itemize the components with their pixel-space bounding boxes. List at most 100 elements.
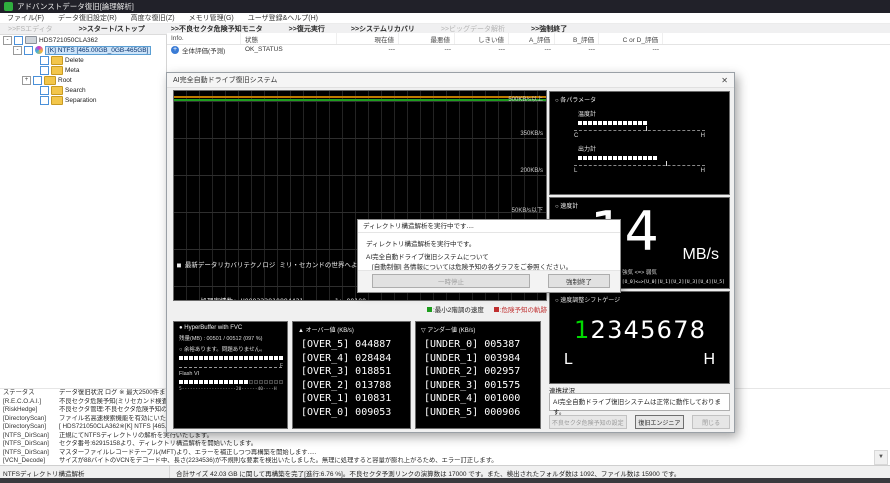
- shift-gauge-title: ○ 速度調整シフトゲージ: [550, 292, 729, 304]
- info-table-row[interactable]: + 全体評価(予測) OK_STATUS --- --- --- --- ---…: [167, 44, 890, 55]
- dialog-title: AI完全自動ドライブ復旧システム: [167, 73, 734, 88]
- parameters-title: ○ 各パラメータ: [550, 92, 729, 104]
- tree-node-meta[interactable]: Meta: [0, 65, 166, 75]
- ai-recovery-dialog: AI完全自動ドライブ復旧システム ✕ 500KB/s以上 350KB/s 200…: [166, 72, 735, 433]
- hyperbuffer-panel: ● HyperBuffer with FVC 残量(MB) : 00501 / …: [173, 321, 288, 429]
- link-status-box: AI完全自動ドライブ復旧システムは正常に動作しております。: [549, 393, 730, 411]
- volume-label: [K] NTFS [465.00GB_0GB-465GB]: [45, 46, 151, 55]
- popup-about-line: AI完全自動ドライブ復旧システムについて: [366, 251, 489, 261]
- expand-icon[interactable]: +: [22, 76, 31, 85]
- drive-label: HDS721050CLA362: [39, 37, 98, 44]
- title-bar: アドバンストデータ復旧[論理解析]: [0, 0, 890, 13]
- under-row: [UNDER_4]001000: [416, 392, 540, 406]
- scrollbar-down-button[interactable]: ▼: [874, 450, 888, 465]
- tree-node-search[interactable]: Search: [0, 85, 166, 95]
- over-values-panel: ▲ オーバー値 (KB/s) [OVER_5]044887 [OVER_4]02…: [292, 321, 411, 429]
- tree-node-volume[interactable]: - [K] NTFS [465.00GB_0GB-465GB]: [0, 45, 166, 55]
- shift-high-label: H: [703, 351, 715, 369]
- popup-message: ディレクトリ構造解析を実行中です。: [366, 238, 475, 248]
- buffer-status: ○ 余裕あります。問題ありません。: [174, 345, 287, 353]
- under-title: ▽ アンダー値 (KB/s): [416, 322, 540, 334]
- over-row: [OVER_1]010831: [293, 392, 410, 406]
- folder-checkbox[interactable]: [40, 56, 49, 65]
- recovery-engineer-button[interactable]: 復旧エンジニア: [635, 415, 685, 429]
- folder-label: Separation: [65, 97, 96, 104]
- prediction-icon: +: [171, 46, 179, 54]
- thermo-high-label: H: [701, 133, 705, 139]
- shift-gauge-panel: ○ 速度調整シフトゲージ 1 2 3 4 5 6 7 8 L H: [549, 291, 730, 384]
- app-icon: [4, 2, 13, 11]
- shift-numbers: 1 2 3 4 5 6 7 8: [574, 316, 705, 344]
- volume-checkbox[interactable]: [24, 46, 33, 55]
- menu-help[interactable]: ユーザ登録&ヘルプ(H): [241, 13, 325, 23]
- folder-checkbox[interactable]: [40, 86, 49, 95]
- over-row: [OVER_4]028484: [293, 352, 410, 366]
- tree-node-root[interactable]: + Root: [0, 75, 166, 85]
- collapse-icon[interactable]: -: [3, 36, 12, 45]
- folder-icon: [44, 76, 56, 85]
- speed-unit: MB/s: [683, 246, 719, 264]
- output-meter-label: 出力計: [578, 144, 729, 153]
- drive-checkbox[interactable]: [14, 36, 23, 45]
- folder-icon: [51, 56, 63, 65]
- tree-node-drive[interactable]: - HDS721050CLA362: [0, 35, 166, 45]
- folder-icon: [51, 86, 63, 95]
- collapse-icon[interactable]: -: [13, 46, 22, 55]
- graph-orange-line: [174, 96, 546, 98]
- flash-gauge: [179, 380, 287, 384]
- menu-bar: ファイル(F) データ復旧設定(R) 高度な復旧(Z) メモリ管理(G) ユーザ…: [0, 13, 890, 24]
- drive-tree: - HDS721050CLA362 - [K] NTFS [465.00GB_0…: [0, 35, 167, 388]
- col-info: Info.: [167, 33, 241, 44]
- output-low-label: L: [574, 168, 577, 174]
- folder-checkbox[interactable]: [40, 66, 49, 75]
- status-right: 合計サイズ 42.03 GB に関して再構築を完了[進行:6.76 %]。不良セ…: [170, 468, 680, 478]
- bad-sector-settings-button: 不良セクタ危険予知の設定: [549, 415, 627, 429]
- col-threshold: しきい値: [455, 33, 509, 44]
- buffer-remaining: 残量(MB) : 00501 / 00512 (097 %): [174, 334, 287, 342]
- hyperbuffer-title: ● HyperBuffer with FVC: [174, 322, 287, 331]
- menu-recovery-settings[interactable]: データ復旧設定(R): [51, 13, 124, 23]
- legend-red-marker: [494, 307, 499, 312]
- window-title: アドバンストデータ復旧[論理解析]: [17, 0, 134, 13]
- under-row: [UNDER_5]000906: [416, 406, 540, 420]
- thermo-low-label: C: [574, 133, 578, 139]
- status-bar: NTFSディレクトリ構造解析 合計サイズ 42.03 GB に関して再構築を完了…: [0, 465, 890, 479]
- dialog-footer: 不良セクタ危険予知の設定 復旧エンジニア 閉じる: [549, 415, 730, 429]
- close-icon[interactable]: ✕: [721, 73, 728, 88]
- folder-icon: [51, 96, 63, 105]
- col-status: 状態: [241, 33, 337, 44]
- buffer-gauge: [179, 356, 287, 360]
- tree-node-delete[interactable]: Delete: [0, 55, 166, 65]
- parameters-panel: ○ 各パラメータ 温度計 CH 出力計 LH: [549, 91, 730, 195]
- shift-low-label: L: [564, 351, 573, 369]
- force-quit-button[interactable]: 強制終了: [548, 274, 610, 288]
- tool-start-stop[interactable]: >>スタート/ストップ: [79, 24, 145, 34]
- col-current: 現在値: [337, 33, 399, 44]
- over-row: [OVER_5]044887: [293, 338, 410, 352]
- status-value: OK_STATUS: [241, 44, 337, 55]
- pause-button: 一時停止: [372, 274, 530, 288]
- over-title: ▲ オーバー値 (KB/s): [293, 322, 410, 334]
- legend-green-marker: [427, 307, 432, 312]
- y-label-350: 350KB/s: [520, 131, 543, 137]
- folder-label: Root: [58, 77, 72, 84]
- tool-fs-editor: >>FSエディタ: [8, 24, 53, 34]
- folder-checkbox[interactable]: [40, 96, 49, 105]
- over-row: [OVER_2]013788: [293, 379, 410, 393]
- under-values-panel: ▽ アンダー値 (KB/s) [UNDER_0]005387 [UNDER_1]…: [415, 321, 541, 429]
- thermometer-gauge: [578, 121, 729, 125]
- under-row: [UNDER_3]001575: [416, 379, 540, 393]
- folder-label: Delete: [65, 57, 84, 64]
- y-label-500: 500KB/s以上: [508, 94, 543, 103]
- cd-eval-value: ---: [599, 44, 663, 55]
- menu-memory[interactable]: メモリ管理(G): [182, 13, 241, 23]
- tree-node-separation[interactable]: Separation: [0, 95, 166, 105]
- flash-label: Flash VI: [174, 371, 287, 377]
- legend-risk-label: :危険予知の軌跡: [500, 307, 547, 314]
- menu-advanced-recovery[interactable]: 高度な復旧(Z): [124, 13, 182, 23]
- output-gauge: [578, 156, 729, 160]
- y-label-200: 200KB/s: [520, 168, 543, 174]
- drive-icon: [25, 36, 37, 44]
- folder-checkbox[interactable]: [33, 76, 42, 85]
- menu-file[interactable]: ファイル(F): [0, 13, 51, 23]
